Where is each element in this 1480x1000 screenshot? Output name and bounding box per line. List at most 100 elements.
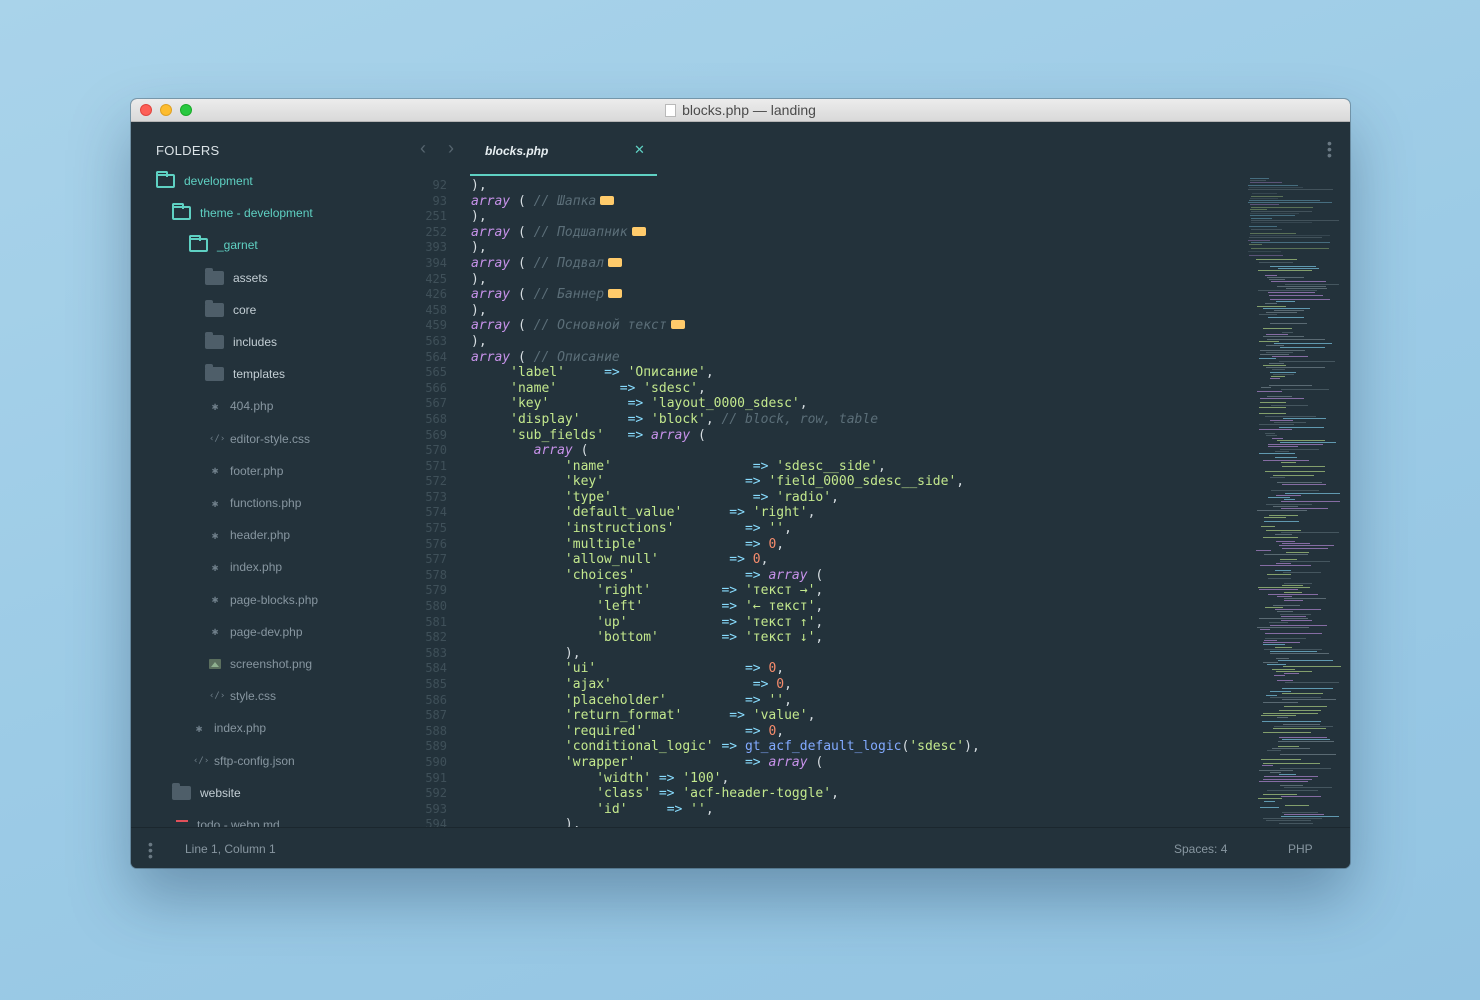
minimap-line <box>1277 659 1334 661</box>
line-number: 563 <box>425 333 447 348</box>
line-number: 571 <box>425 458 447 473</box>
tree-item[interactable]: ✱ footer.php <box>209 460 284 482</box>
tab-blocks-php[interactable]: blocks.php ✕ <box>470 122 657 181</box>
close-icon[interactable]: ✕ <box>634 142 645 158</box>
chevron-left-icon[interactable]: ‹ <box>420 138 426 159</box>
minimap-line <box>1266 334 1288 336</box>
minimap-line <box>1250 241 1331 243</box>
folder-icon <box>205 267 224 285</box>
syntax-selector[interactable]: PHP <box>1288 842 1313 856</box>
cursor-position[interactable]: Line 1, Column 1 <box>185 842 276 856</box>
tree-item[interactable]: templates <box>205 363 285 385</box>
tree-item[interactable]: website <box>172 782 241 804</box>
tree-item-label: index.php <box>230 560 283 575</box>
tree-item[interactable]: ✱ index.php <box>193 717 266 739</box>
minimap-line <box>1258 314 1277 316</box>
code-line: 'instructions' => '', <box>471 521 1241 537</box>
tree-item-label: index.php <box>214 721 267 736</box>
fold-marker-icon[interactable] <box>608 289 623 299</box>
more-vertical-icon[interactable]: • • • <box>1327 136 1332 162</box>
tree-item[interactable]: theme - development <box>172 202 313 224</box>
minimap-line <box>1269 294 1324 296</box>
minimap-line <box>1266 695 1278 696</box>
fold-marker-icon[interactable] <box>600 195 615 205</box>
tree-item[interactable]: ‹/› style.css <box>209 685 276 707</box>
tree-item[interactable]: ✱ page-blocks.php <box>209 589 318 611</box>
code-token: 'radio' <box>776 489 832 505</box>
code-token: => <box>729 708 745 724</box>
code-token: => <box>721 739 738 755</box>
code-token: // Описание <box>533 349 620 365</box>
fold-marker-icon[interactable] <box>608 257 623 267</box>
code-token: ( <box>510 193 534 209</box>
tab-label: blocks.php <box>485 144 549 158</box>
minimap-line <box>1250 178 1270 179</box>
line-number: 565 <box>425 365 447 380</box>
minimap-line <box>1265 274 1277 276</box>
tree-item[interactable]: ‹/› editor-style.css <box>209 428 310 450</box>
code-token: , <box>815 583 824 599</box>
code-area[interactable]: ), array ( // Шапка), array ( // Подшапник… <box>471 178 1241 828</box>
minimap-line <box>1259 807 1280 809</box>
code-line: array ( // Подвал <box>471 256 1241 272</box>
code-token: 'placeholder' <box>564 692 667 708</box>
code-token: // Основной текст <box>533 318 667 334</box>
code-token: , <box>807 708 816 724</box>
code-line: 'name' => 'sdesc__side', <box>471 459 1241 475</box>
more-vertical-icon[interactable]: • • • <box>148 837 153 863</box>
code-line: 'placeholder' => '', <box>471 693 1241 709</box>
tree-item[interactable]: ✱ index.php <box>209 556 282 578</box>
tree-item-label: page-blocks.php <box>230 592 319 607</box>
fold-marker-icon[interactable] <box>631 226 646 236</box>
tree-item[interactable]: includes <box>205 331 277 353</box>
minimap[interactable] <box>1248 178 1348 828</box>
tree-item[interactable]: ✱ functions.php <box>209 492 302 514</box>
tree-item[interactable]: screenshot.png <box>209 653 312 675</box>
minimap-line <box>1284 499 1295 501</box>
tree-item-label: todo - webp.md <box>197 818 280 827</box>
code-line: 'required' => 0, <box>471 724 1241 740</box>
tree-item[interactable]: development <box>156 170 253 192</box>
minimap-line <box>1275 609 1321 611</box>
line-number: 583 <box>425 645 447 660</box>
code-token: , <box>784 521 792 537</box>
code-line: ), <box>471 240 1241 256</box>
chevron-right-icon[interactable]: › <box>448 138 454 159</box>
minimap-line <box>1263 732 1312 734</box>
minimap-line <box>1258 798 1282 800</box>
code-token: 'block' <box>651 411 706 427</box>
tree-item[interactable]: ✱ header.php <box>209 524 290 546</box>
code-line: array ( // Основной текст <box>471 318 1241 334</box>
title-bar[interactable]: blocks.php — landing <box>131 99 1350 122</box>
tree-item[interactable]: assets <box>205 267 268 289</box>
code-token: , <box>721 770 730 786</box>
tree-item[interactable]: ✱ 404.php <box>209 395 274 417</box>
minimap-line <box>1276 679 1293 681</box>
tree-item[interactable]: core <box>205 299 256 321</box>
code-line: 'key' => 'layout_0000_sdesc', <box>471 396 1241 412</box>
fold-marker-icon[interactable] <box>670 320 685 330</box>
minimap-line <box>1278 360 1335 362</box>
minimap-line <box>1264 433 1275 435</box>
minimap-line <box>1257 510 1307 512</box>
minimap-line <box>1285 283 1340 285</box>
code-token: => <box>744 692 761 708</box>
minimap-line <box>1275 670 1312 672</box>
tree-item[interactable]: todo - webp.md <box>176 814 280 827</box>
code-token: => <box>752 458 769 474</box>
tree-item[interactable]: ✱ page-dev.php <box>209 621 303 643</box>
tree-item[interactable]: ‹/› sftp-config.json <box>193 750 295 772</box>
minimap-line <box>1248 250 1281 252</box>
minimap-line <box>1273 604 1301 606</box>
editor-window: blocks.php — landing FOLDERS development… <box>131 99 1350 868</box>
minimap-line <box>1274 569 1291 571</box>
tree-item[interactable]: _garnet <box>189 234 258 256</box>
minimap-line <box>1264 554 1308 556</box>
php-file-icon: ✱ <box>211 625 219 639</box>
minimap-line <box>1272 668 1295 670</box>
indentation-setting[interactable]: Spaces: 4 <box>1174 842 1227 856</box>
code-line: 'class' => 'acf-header-toggle', <box>471 786 1241 802</box>
